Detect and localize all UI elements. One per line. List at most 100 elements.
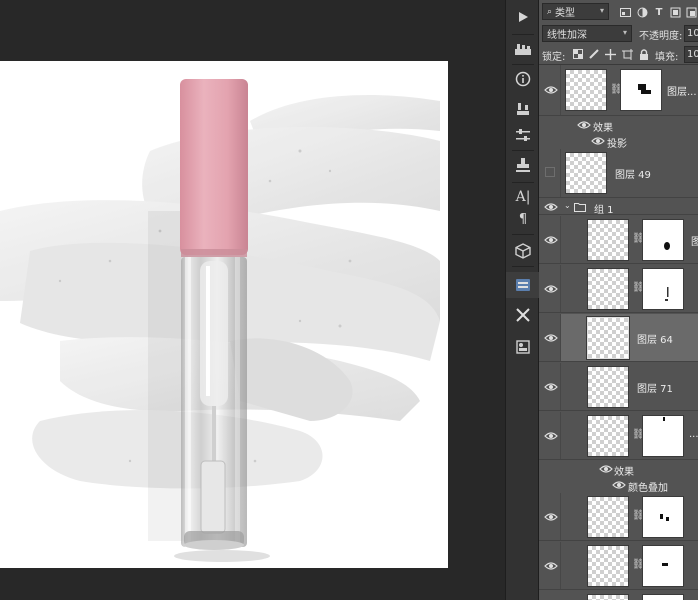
layer-thumbnail[interactable] [587, 268, 629, 310]
layer-thumbnail[interactable] [565, 69, 607, 111]
swatch-grid-icon[interactable] [506, 36, 540, 62]
layer-mask-thumbnail[interactable] [620, 69, 662, 111]
layer-thumbnail[interactable] [587, 415, 629, 457]
layer-mask-thumbnail[interactable] [642, 415, 684, 457]
layer-thumbnail[interactable] [587, 219, 629, 261]
eye-icon[interactable] [544, 202, 558, 212]
group-name[interactable]: 组 1 [594, 201, 614, 216]
layer-name[interactable]: 图层 49 [615, 166, 651, 181]
filter-adjustment-icon[interactable] [636, 6, 648, 18]
canvas-workspace[interactable] [0, 0, 505, 600]
document-canvas[interactable] [0, 61, 448, 568]
stamp-icon[interactable] [506, 152, 540, 178]
eye-icon[interactable] [544, 382, 558, 392]
eye-icon[interactable] [544, 333, 558, 343]
sliders-icon[interactable] [506, 122, 540, 148]
color-overlay-effect-row[interactable]: 颜色叠加 [539, 477, 698, 494]
visibility-cell[interactable] [539, 412, 561, 459]
layer-row-group-child-5[interactable]: ⛓ ... [539, 412, 698, 460]
opacity-label: 不透明度: [639, 31, 683, 42]
brush-settings-icon[interactable] [506, 96, 540, 122]
layer-row-group-child-1[interactable]: ⛓ 图 [539, 216, 698, 264]
layer-list[interactable]: ⛓ 图层... 效果 投影 图层 49 ⌄ 组 1 ⛓ 图 ⛓ 图层 64 图层… [539, 64, 698, 600]
search-icon: ⌕ [547, 6, 553, 17]
opacity-field[interactable]: 100 [684, 25, 698, 42]
lock-all-icon[interactable] [638, 48, 650, 60]
layer-thumbnail[interactable] [587, 545, 629, 587]
separator [512, 266, 534, 267]
filter-shape-icon[interactable] [669, 6, 681, 18]
fill-field[interactable]: 100 [684, 46, 698, 63]
hidden-visibility-box[interactable] [545, 167, 555, 177]
visibility-cell[interactable] [539, 216, 561, 263]
lock-label: 锁定: [542, 52, 566, 63]
layer-mask-thumbnail[interactable] [642, 268, 684, 310]
filter-pixel-icon[interactable] [619, 6, 631, 18]
layer-row-64[interactable]: 图层 64 [539, 314, 698, 362]
layer-name[interactable]: 图层 71 [637, 380, 673, 395]
paragraph-icon[interactable]: ¶ [506, 206, 540, 232]
eye-icon[interactable] [544, 284, 558, 294]
layer-thumbnail[interactable] [565, 152, 607, 194]
lock-artboard-icon[interactable] [621, 48, 633, 60]
drop-shadow-label: 投影 [607, 139, 627, 150]
visibility-cell[interactable] [539, 363, 561, 410]
layer-row-top[interactable]: ⛓ 图层... [539, 65, 698, 116]
link-icon: ⛓ [610, 84, 623, 95]
layer-name[interactable]: ... [689, 429, 698, 440]
visibility-cell[interactable] [539, 542, 561, 589]
play-icon[interactable] [506, 4, 540, 30]
fill-value: 100 [687, 49, 698, 60]
link-icon: ⛓ [632, 233, 645, 244]
lock-transparent-icon[interactable] [572, 48, 584, 60]
tool-presets-icon[interactable] [506, 302, 540, 328]
eye-icon[interactable] [599, 464, 613, 474]
layer-thumbnail[interactable] [587, 496, 629, 538]
eye-icon[interactable] [544, 431, 558, 441]
layer-thumbnail[interactable] [587, 594, 629, 600]
layer-name[interactable]: 图 [691, 233, 698, 248]
info-icon[interactable] [506, 66, 540, 92]
filter-kind-select[interactable]: ⌕ 类型 ▾ [542, 3, 609, 20]
layer-thumbnail[interactable] [587, 366, 629, 408]
layer-name[interactable]: 图层 64 [637, 331, 673, 346]
visibility-cell[interactable] [539, 493, 561, 540]
channels-icon[interactable] [506, 334, 540, 360]
drop-shadow-effect-row[interactable]: 投影 [539, 133, 698, 150]
layer-row-group-child-2[interactable]: ⛓ [539, 265, 698, 313]
camera-raw-icon[interactable] [506, 272, 540, 298]
layer-row-group-child-7[interactable]: ⛓ [539, 542, 698, 590]
layer-name[interactable]: 图层... [667, 83, 697, 98]
layer-row-partial[interactable] [539, 591, 698, 600]
chevron-down-icon: ▾ [622, 28, 627, 37]
eye-icon[interactable] [544, 85, 558, 95]
visibility-cell[interactable] [539, 314, 561, 361]
visibility-cell[interactable] [539, 149, 561, 197]
lock-position-icon[interactable] [604, 48, 616, 60]
lock-image-icon[interactable] [588, 48, 600, 60]
filter-type-icon[interactable]: T [653, 6, 665, 18]
visibility-cell[interactable] [539, 65, 561, 115]
visibility-cell[interactable] [539, 265, 561, 312]
layer-thumbnail[interactable] [586, 316, 630, 360]
chevron-down-icon[interactable]: ⌄ [564, 201, 571, 210]
layer-row-group-child-6[interactable]: ⛓ [539, 493, 698, 541]
eye-icon[interactable] [591, 136, 605, 146]
layer-mask-thumbnail[interactable] [642, 496, 684, 538]
layer-row-49[interactable]: 图层 49 [539, 149, 698, 198]
effects-row[interactable]: 效果 [539, 461, 698, 478]
layer-mask-thumbnail[interactable] [642, 219, 684, 261]
eye-icon[interactable] [577, 120, 591, 130]
blend-mode-select[interactable]: 线性加深 ▾ [542, 25, 632, 42]
layer-mask-thumbnail[interactable] [642, 545, 684, 587]
layer-row-71[interactable]: 图层 71 [539, 363, 698, 411]
effects-row[interactable]: 效果 [539, 117, 698, 134]
filter-smart-object-icon[interactable] [685, 6, 697, 18]
eye-icon[interactable] [612, 480, 626, 490]
eye-icon[interactable] [544, 512, 558, 522]
cube-icon[interactable] [506, 238, 540, 264]
eye-icon[interactable] [544, 561, 558, 571]
group-row[interactable]: ⌄ 组 1 [539, 199, 698, 216]
eye-icon[interactable] [544, 235, 558, 245]
layer-mask-thumbnail[interactable] [642, 594, 684, 600]
